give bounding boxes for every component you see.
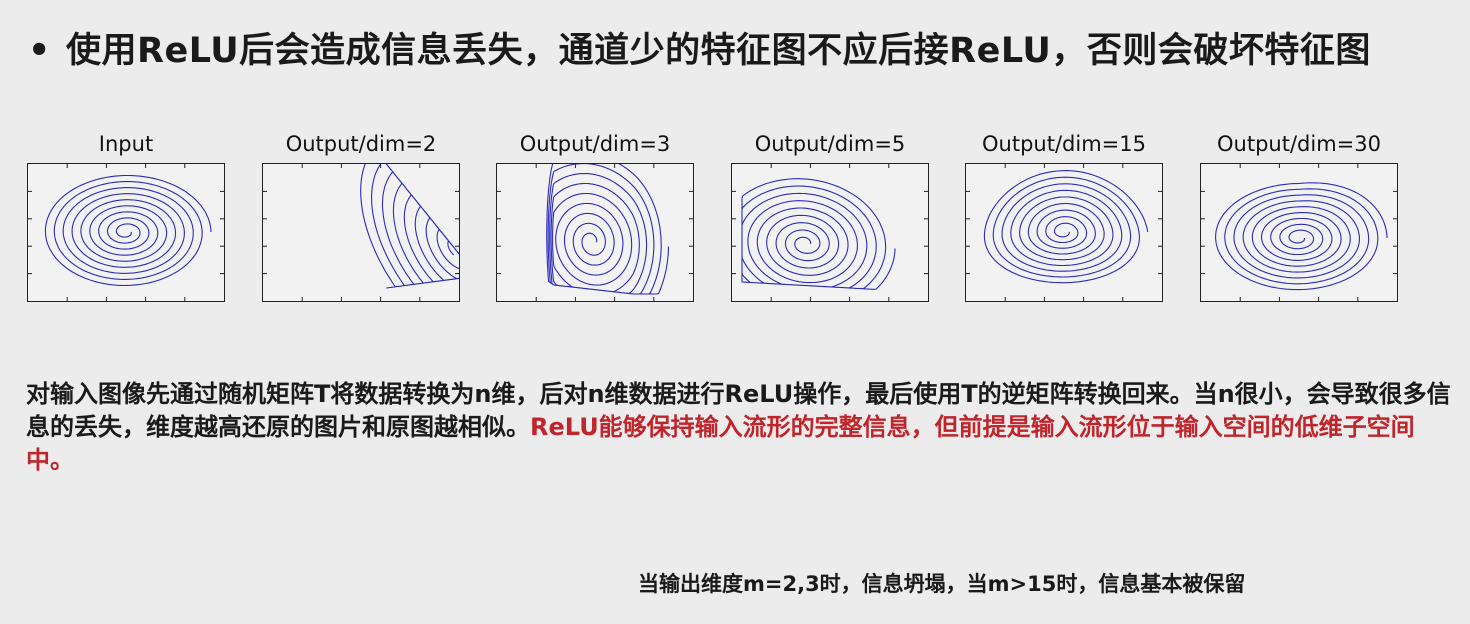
plot-frame <box>731 163 929 302</box>
figure-row: Input Output/dim=2 Output/dim=3 Output/d… <box>0 130 1470 310</box>
panel-title: Output/dim=30 <box>1217 132 1381 156</box>
plot-frame <box>1200 163 1398 302</box>
panel-input: Input <box>27 130 225 306</box>
panel-dim3: Output/dim=3 <box>496 130 694 306</box>
panel-dim5: Output/dim=5 <box>731 130 929 306</box>
spiral-curve <box>1215 182 1388 291</box>
bullet-text: 使用ReLU后会造成信息丢失，通道少的特征图不应后接ReLU，否则会破坏特征图 <box>66 31 1371 71</box>
spiral-plot <box>263 164 459 301</box>
panel-title: Output/dim=2 <box>285 132 437 156</box>
spiral-curve <box>546 164 670 295</box>
spiral-plot <box>497 164 693 301</box>
spiral-plot <box>1201 164 1397 301</box>
bullet-heading: • 使用ReLU后会造成信息丢失，通道少的特征图不应后接ReLU，否则会破坏特征图 <box>28 22 1458 73</box>
footer-note: 当输出维度m=2,3时，信息坍塌，当m>15时，信息基本被保留 <box>638 572 1246 596</box>
panel-dim15: Output/dim=15 <box>965 130 1163 306</box>
panel-dim30: Output/dim=30 <box>1200 130 1398 306</box>
description-paragraph: 对输入图像先通过随机矩阵T将数据转换为n维，后对n维数据进行ReLU操作，最后使… <box>26 378 1451 477</box>
spiral-curve <box>741 178 896 290</box>
spiral-curve <box>983 170 1149 284</box>
spiral-plot <box>732 164 928 301</box>
spiral-plot <box>966 164 1162 301</box>
plot-frame <box>262 163 460 302</box>
spiral-curve <box>44 174 212 287</box>
panel-title: Output/dim=3 <box>519 132 671 156</box>
plot-frame <box>965 163 1163 302</box>
panel-title: Output/dim=15 <box>982 132 1146 156</box>
plot-frame <box>496 163 694 302</box>
panel-title: Input <box>98 132 154 156</box>
plot-frame <box>27 163 225 302</box>
spiral-plot <box>28 164 224 301</box>
panel-title: Output/dim=5 <box>754 132 906 156</box>
panel-dim2: Output/dim=2 <box>262 130 460 306</box>
spiral-curve <box>360 164 459 289</box>
bullet-symbol: • <box>28 31 51 71</box>
